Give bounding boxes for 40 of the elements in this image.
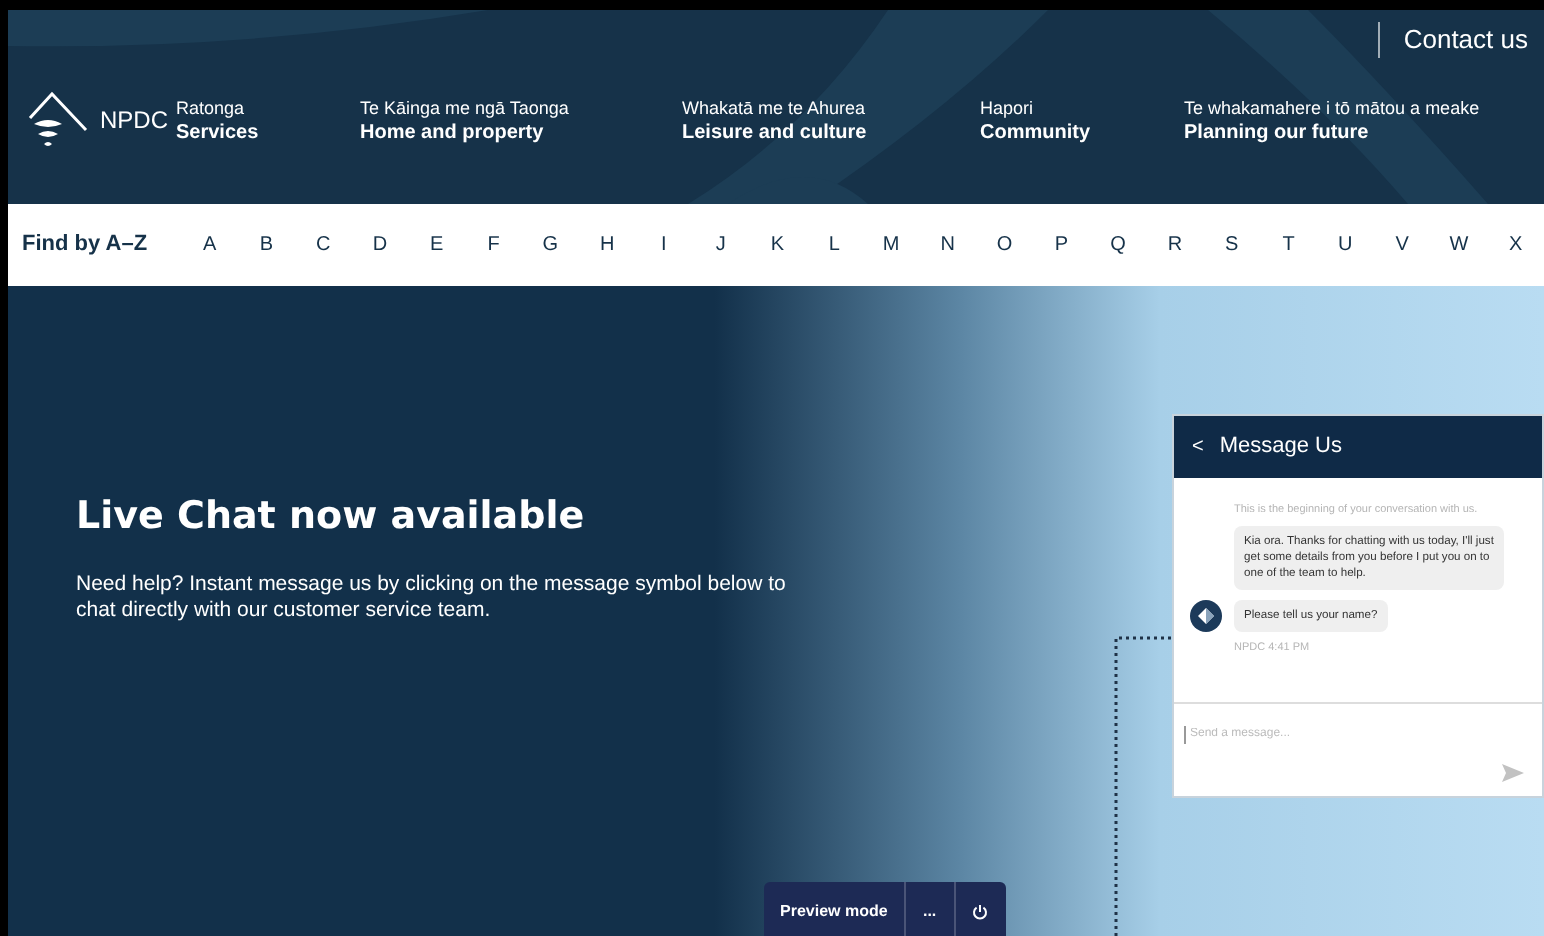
az-letter[interactable]: T [1260,230,1317,260]
az-letter[interactable]: H [578,230,636,260]
az-letter[interactable]: K [749,230,806,260]
az-letter[interactable]: G [521,230,579,260]
az-letter[interactable]: W [1430,230,1488,260]
az-letter[interactable]: C [294,230,352,260]
nav-item[interactable]: Whakatā me te Ahurea Leisure and culture [682,95,980,145]
hero-title: Live Chat now available [76,492,587,540]
nav-item[interactable]: Te whakamahere i tō mātou a meake Planning our future [1184,95,1544,145]
nav-item[interactable]: Hapori Community [980,95,1184,145]
az-label: Find by A–Z [20,230,150,261]
contact-link[interactable]: Contact us [1377,22,1544,58]
avatar-icon [1190,600,1222,633]
more-button[interactable]: ... [905,882,956,936]
az-letter[interactable]: I [635,230,693,260]
az-letter[interactable]: S [1203,230,1261,260]
nav-item[interactable]: Ratonga Services [176,95,360,145]
az-letter[interactable]: A [181,230,239,260]
az-letter[interactable]: R [1146,230,1204,260]
az-letter[interactable]: N [919,230,977,260]
az-letter[interactable]: B [238,230,295,260]
az-letter[interactable]: F [465,230,522,260]
az-letter[interactable]: D [351,230,409,260]
az-letter[interactable]: M [862,230,920,260]
az-letter[interactable]: L [805,230,863,260]
az-letter[interactable]: V [1373,230,1431,260]
preview-mode-button[interactable]: Preview mode [764,882,906,936]
az-letter[interactable]: Q [1089,230,1147,260]
az-letter[interactable]: J [692,230,750,260]
az-letter[interactable]: O [976,230,1033,260]
nav-item[interactable]: Te Kāinga me ngā Taonga Home and property [360,95,682,145]
chat-title: Message Us [1219,432,1342,463]
back-button[interactable]: < [1192,432,1204,462]
hero-text: Need help? Instant message us by clicking on the message symbol below to chat directly with our customer service team. [76,572,788,624]
az-letter[interactable]: E [408,230,466,260]
az-letter[interactable]: X [1487,230,1544,260]
az-letter[interactable]: U [1316,230,1374,260]
logo-text: NPDC [100,104,169,138]
az-letter[interactable]: P [1032,230,1090,260]
power-icon [972,904,989,920]
